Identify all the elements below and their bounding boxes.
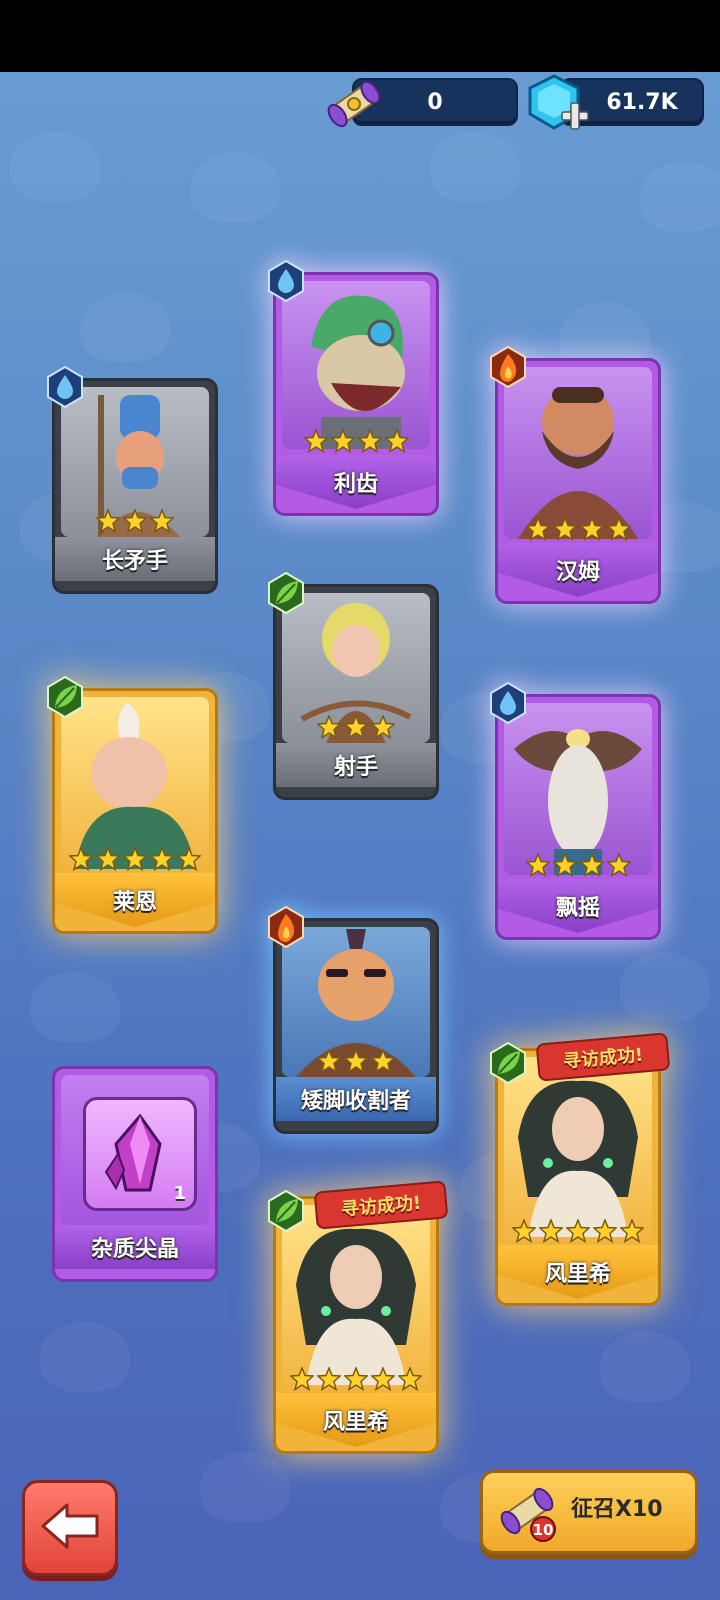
- hero-name: 长矛手: [55, 537, 215, 581]
- star-rating: [498, 1219, 658, 1243]
- star-icon: [384, 429, 409, 453]
- hero-card-short-reaper[interactable]: 矮脚收割者: [268, 906, 439, 1134]
- star-rating: [55, 847, 215, 871]
- hero-name: 汉姆: [498, 543, 658, 597]
- star-icon: [96, 509, 120, 533]
- fire-element-icon: [490, 346, 526, 388]
- star-rating: [276, 1049, 436, 1073]
- star-icon: [606, 517, 631, 541]
- star-icon: [317, 715, 341, 739]
- hero-card-ham[interactable]: 汉姆: [490, 346, 661, 608]
- star-icon: [552, 853, 577, 877]
- star-icon: [566, 1219, 590, 1243]
- summon-label: 征召X10: [571, 1497, 663, 1522]
- star-icon: [123, 847, 147, 871]
- star-icon: [620, 1219, 644, 1243]
- star-rating: [276, 429, 436, 453]
- leaf-element-icon: [268, 572, 304, 614]
- summon-badge: 10: [533, 1521, 554, 1539]
- star-icon: [317, 1367, 341, 1391]
- star-icon: [150, 509, 174, 533]
- hero-card-spearman[interactable]: 长矛手: [47, 366, 218, 594]
- star-icon: [344, 1049, 368, 1073]
- hero-name: 飘摇: [498, 879, 658, 933]
- star-rating: [276, 1367, 436, 1391]
- star-icon: [398, 1367, 422, 1391]
- star-icon: [123, 509, 147, 533]
- item-name: 杂质尖晶: [55, 1225, 215, 1269]
- star-icon: [69, 847, 93, 871]
- star-icon: [579, 853, 604, 877]
- hero-name: 莱恩: [55, 873, 215, 927]
- star-rating: [55, 509, 215, 533]
- star-icon: [371, 1367, 395, 1391]
- fire-element-icon: [268, 906, 304, 948]
- leaf-element-icon: [268, 1190, 304, 1232]
- hero-card-fenglixi-1[interactable]: 风里希 寻访成功!: [490, 1032, 671, 1308]
- hero-name: 风里希: [276, 1393, 436, 1447]
- hero-name: 利齿: [276, 455, 436, 509]
- scroll-count: 0: [427, 89, 443, 115]
- star-icon: [177, 847, 201, 871]
- ryan-portrait: [75, 703, 195, 869]
- star-icon: [371, 715, 395, 739]
- hero-name: 矮脚收割者: [276, 1077, 436, 1121]
- star-icon: [303, 429, 328, 453]
- star-rating: [498, 853, 658, 877]
- water-element-icon: [47, 366, 83, 408]
- hero-name: 射手: [276, 743, 436, 787]
- star-icon: [317, 1049, 341, 1073]
- water-element-icon: [490, 682, 526, 724]
- summon-x10-button[interactable]: 10 征召X10: [480, 1470, 698, 1554]
- back-arrow-icon: [41, 1503, 99, 1549]
- star-icon: [330, 429, 355, 453]
- back-button[interactable]: [22, 1480, 118, 1576]
- item-count: 1: [173, 1183, 186, 1204]
- star-icon: [525, 517, 550, 541]
- gem-count: 61.7K: [606, 89, 678, 115]
- hero-name: 风里希: [498, 1245, 658, 1299]
- star-icon: [512, 1219, 536, 1243]
- star-icon: [357, 429, 382, 453]
- star-icon: [539, 1219, 563, 1243]
- water-element-icon: [268, 260, 304, 302]
- sharptooth-portrait: [311, 295, 405, 449]
- star-icon: [552, 517, 577, 541]
- star-icon: [150, 847, 174, 871]
- fenglixi-portrait: [518, 1080, 638, 1237]
- hero-card-ryan[interactable]: 莱恩: [47, 676, 218, 938]
- gem-icon[interactable]: [524, 72, 590, 138]
- star-rating: [498, 517, 658, 541]
- star-icon: [371, 1049, 395, 1073]
- fenglixi-portrait: [296, 1228, 416, 1385]
- hero-card-sharptooth[interactable]: 利齿: [268, 260, 439, 520]
- hero-card-piaoyao[interactable]: 飘摇: [490, 682, 661, 944]
- status-bar: [0, 0, 720, 72]
- piaoyao-portrait: [514, 729, 642, 875]
- crystal-icon: [104, 1114, 162, 1192]
- leaf-element-icon: [490, 1042, 526, 1084]
- hero-card-archer[interactable]: 射手: [268, 572, 439, 800]
- item-slot: 1: [83, 1097, 197, 1211]
- scroll-icon: 10: [500, 1487, 556, 1542]
- star-icon: [593, 1219, 617, 1243]
- star-icon: [290, 1367, 314, 1391]
- star-icon: [344, 715, 368, 739]
- star-icon: [606, 853, 631, 877]
- scroll-icon: [327, 80, 381, 128]
- star-icon: [579, 517, 604, 541]
- star-icon: [525, 853, 550, 877]
- ham-portrait: [518, 387, 638, 539]
- star-rating: [276, 715, 436, 739]
- star-icon: [96, 847, 120, 871]
- star-icon: [344, 1367, 368, 1391]
- item-card-impure-spinel[interactable]: 1 杂质尖晶: [52, 1066, 218, 1282]
- hero-card-fenglixi-2[interactable]: 风里希 寻访成功!: [268, 1180, 449, 1456]
- leaf-element-icon: [47, 676, 83, 718]
